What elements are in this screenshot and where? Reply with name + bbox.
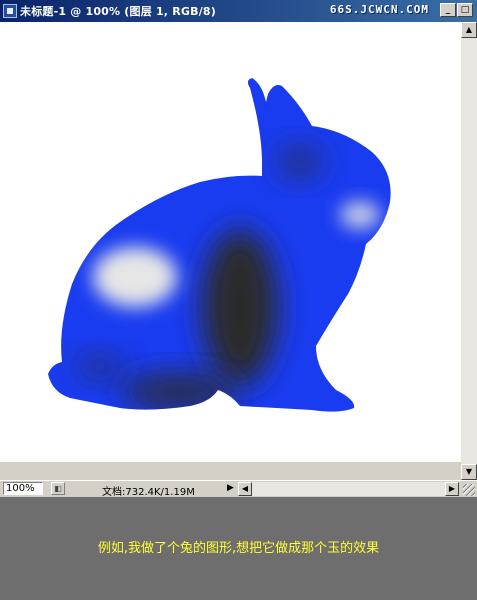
scroll-down-button[interactable]: ▼ (461, 464, 477, 480)
scroll-left-button[interactable]: ◀ (238, 482, 252, 496)
scroll-right-button[interactable]: ▶ (445, 482, 459, 496)
dark-cloud-2 (122, 372, 238, 412)
minimize-button[interactable]: _ (440, 3, 456, 17)
light-cloud-2 (340, 201, 380, 229)
vertical-scrollbar[interactable]: ▲ ▼ (461, 22, 477, 480)
document-icon (3, 4, 17, 18)
rabbit-artwork (48, 78, 391, 412)
status-bar: 100% ◧ 文档:732.4K/1.19M ▶ ◀ ▶ (0, 480, 477, 498)
title-bar[interactable]: 未标题-1 @ 100% (图层 1, RGB/8) 66S.JCWCN.COM… (0, 0, 477, 22)
dark-cloud-3 (276, 144, 324, 180)
status-menu-arrow-icon[interactable]: ▶ (225, 482, 236, 495)
window-title: 未标题-1 @ 100% (图层 1, RGB/8) (20, 5, 216, 18)
light-cloud-1 (93, 247, 177, 307)
document-size: 文档:732.4K/1.19M (102, 487, 195, 498)
resize-grip-icon[interactable] (463, 484, 475, 496)
dark-cloud-4 (74, 353, 126, 381)
watermark: 66S.JCWCN.COM (329, 3, 429, 16)
zoom-input[interactable]: 100% (3, 482, 43, 495)
horizontal-scrollbar[interactable]: ◀ ▶ (238, 482, 459, 496)
scroll-up-button[interactable]: ▲ (461, 22, 477, 38)
status-nav-icon[interactable]: ◧ (51, 482, 65, 495)
caption-text: 例如,我做了个兔的图形,想把它做成那个玉的效果 (97, 541, 380, 556)
maximize-button[interactable]: □ (457, 3, 473, 17)
dark-cloud-1 (202, 229, 278, 385)
document-window: 未标题-1 @ 100% (图层 1, RGB/8) 66S.JCWCN.COM… (0, 0, 477, 498)
image-canvas[interactable] (0, 22, 461, 462)
canvas-bottom-strip (0, 462, 461, 480)
